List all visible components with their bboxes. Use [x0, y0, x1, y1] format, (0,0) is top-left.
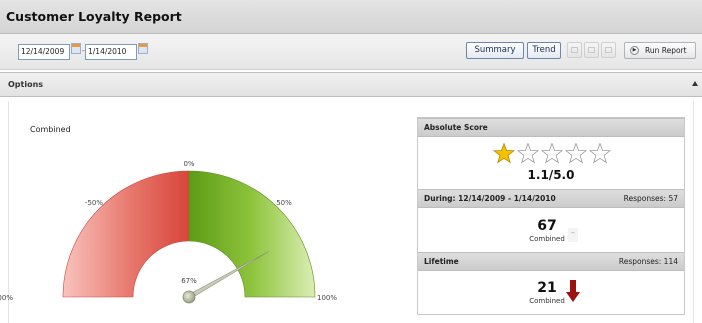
gauge-label-max: 100% — [317, 294, 337, 302]
score-panel: Absolute Score 1.1/5.0 During: 12/14/200… — [417, 117, 685, 315]
gauge-negative-arc — [62, 170, 190, 298]
star-empty-icon — [588, 143, 612, 164]
gauge-label-neg-half: -50% — [85, 199, 103, 207]
lifetime-responses: Responses: 114 — [618, 257, 678, 266]
absolute-score-value: 1.1/5.0 — [527, 168, 575, 182]
gauge-label-min: -100% — [0, 294, 13, 302]
period-range-label: During: 12/14/2009 - 1/14/2010 — [424, 194, 556, 203]
lifetime-header: Lifetime Responses: 114 — [418, 252, 684, 271]
period-responses: Responses: 57 — [623, 194, 678, 203]
star-empty-icon — [516, 143, 540, 164]
gauge-label-zero: 0% — [183, 160, 194, 168]
star-empty-icon — [540, 143, 564, 164]
lifetime-label: Lifetime — [424, 257, 459, 266]
star-filled-icon — [493, 143, 516, 164]
absolute-score-title: Absolute Score — [424, 123, 488, 132]
absolute-score-header: Absolute Score — [418, 118, 684, 137]
star-empty-icon — [564, 143, 588, 164]
star-rating — [493, 143, 612, 164]
gauge-label-pos-half: 50% — [276, 199, 292, 207]
period-trend-placeholder: – — [568, 228, 578, 242]
down-arrow-icon — [566, 280, 580, 302]
gauge-value-label: 67% — [181, 277, 197, 285]
gauge-hub — [182, 290, 196, 304]
gauge-positive-arc — [188, 170, 316, 298]
period-header: During: 12/14/2009 - 1/14/2010 Responses… — [418, 189, 684, 208]
